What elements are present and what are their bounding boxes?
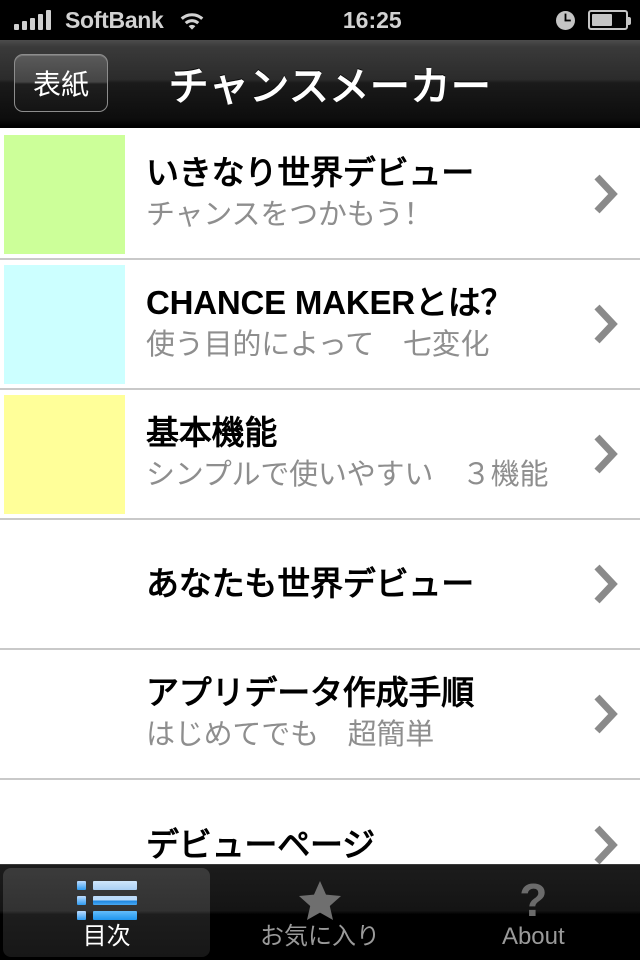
row-thumbnail [4,394,125,514]
carrier-label: SoftBank [65,6,164,33]
table-row[interactable]: 基本機能 シンプルで使いやすい ３機能 [0,390,640,520]
tab-label: 目次 [82,923,131,951]
row-subtitle: はじめてでも 超簡単 [146,718,435,751]
row-subtitle: シンプルで使いやすい ３機能 [146,458,549,491]
status-bar-time: 16:25 [342,6,402,33]
question-mark-icon: ? [519,874,548,927]
row-title: デビューページ [146,825,375,863]
star-icon [298,878,341,922]
row-text-block: CHANCE MAKERとは？ 使う目的によって 七変化 [146,284,586,365]
table-row[interactable]: アプリデータ作成手順 はじめてでも 超簡単 [0,650,640,780]
back-button-label: 表紙 [32,69,89,100]
chevron-right-icon [586,302,626,346]
row-thumbnail [4,134,125,254]
list-icon [76,878,137,922]
status-bar: SoftBank 16:25 [0,0,640,40]
battery-icon [588,10,631,30]
table-row[interactable]: いきなり世界デビュー チャンスをつかもう！ [0,130,640,260]
row-thumbnail [4,264,125,384]
row-subtitle: チャンスをつかもう！ [146,198,433,231]
navigation-bar: 表紙 チャンスメーカー [0,40,640,128]
tab-label: お気に入り [259,923,380,951]
chevron-right-icon [586,692,626,736]
tab-label: About [501,923,565,951]
app-screen: SoftBank 16:25 表紙 チャンスメーカー いきなり世界デビュー チャ… [0,0,640,960]
row-text-block: アプリデータ作成手順 はじめてでも 超簡単 [146,674,586,755]
row-title: アプリデータ作成手順 [146,673,475,711]
row-subtitle: 使う目的によって 七変化 [146,328,490,361]
row-text-block: デビューページ [146,826,586,864]
row-title: あなたも世界デビュー [146,564,475,602]
table-view[interactable]: いきなり世界デビュー チャンスをつかもう！ CHANCE MAKERとは？ 使う… [0,130,640,864]
chevron-right-icon [586,823,626,864]
status-bar-left: SoftBank [0,6,206,33]
table-row[interactable]: CHANCE MAKERとは？ 使う目的によって 七変化 [0,260,640,390]
row-title: 基本機能 [146,413,278,451]
tab-bar: 目次 お気に入り ? About [0,864,640,960]
tab-favorites[interactable]: お気に入り [213,865,426,960]
chevron-right-icon [586,172,626,216]
row-thumbnail-placeholder [4,786,125,865]
clock-icon [555,10,576,31]
table-row[interactable]: あなたも世界デビュー [0,520,640,650]
row-thumbnail-placeholder [4,655,125,774]
chevron-right-icon [586,432,626,476]
tab-index[interactable]: 目次 [0,865,213,960]
chevron-right-icon [586,562,626,606]
back-button[interactable]: 表紙 [14,54,108,112]
status-bar-right [555,10,640,31]
row-thumbnail-placeholder [4,525,125,644]
row-text-block: あなたも世界デビュー [146,565,586,604]
row-text-block: いきなり世界デビュー チャンスをつかもう！ [146,154,586,235]
row-title: いきなり世界デビュー [146,153,475,191]
signal-bars-icon [14,10,51,30]
table-row[interactable]: デビューページ [0,780,640,864]
tab-about[interactable]: ? About [427,865,640,960]
row-text-block: 基本機能 シンプルで使いやすい ３機能 [146,414,586,495]
row-title: CHANCE MAKERとは？ [146,283,514,321]
